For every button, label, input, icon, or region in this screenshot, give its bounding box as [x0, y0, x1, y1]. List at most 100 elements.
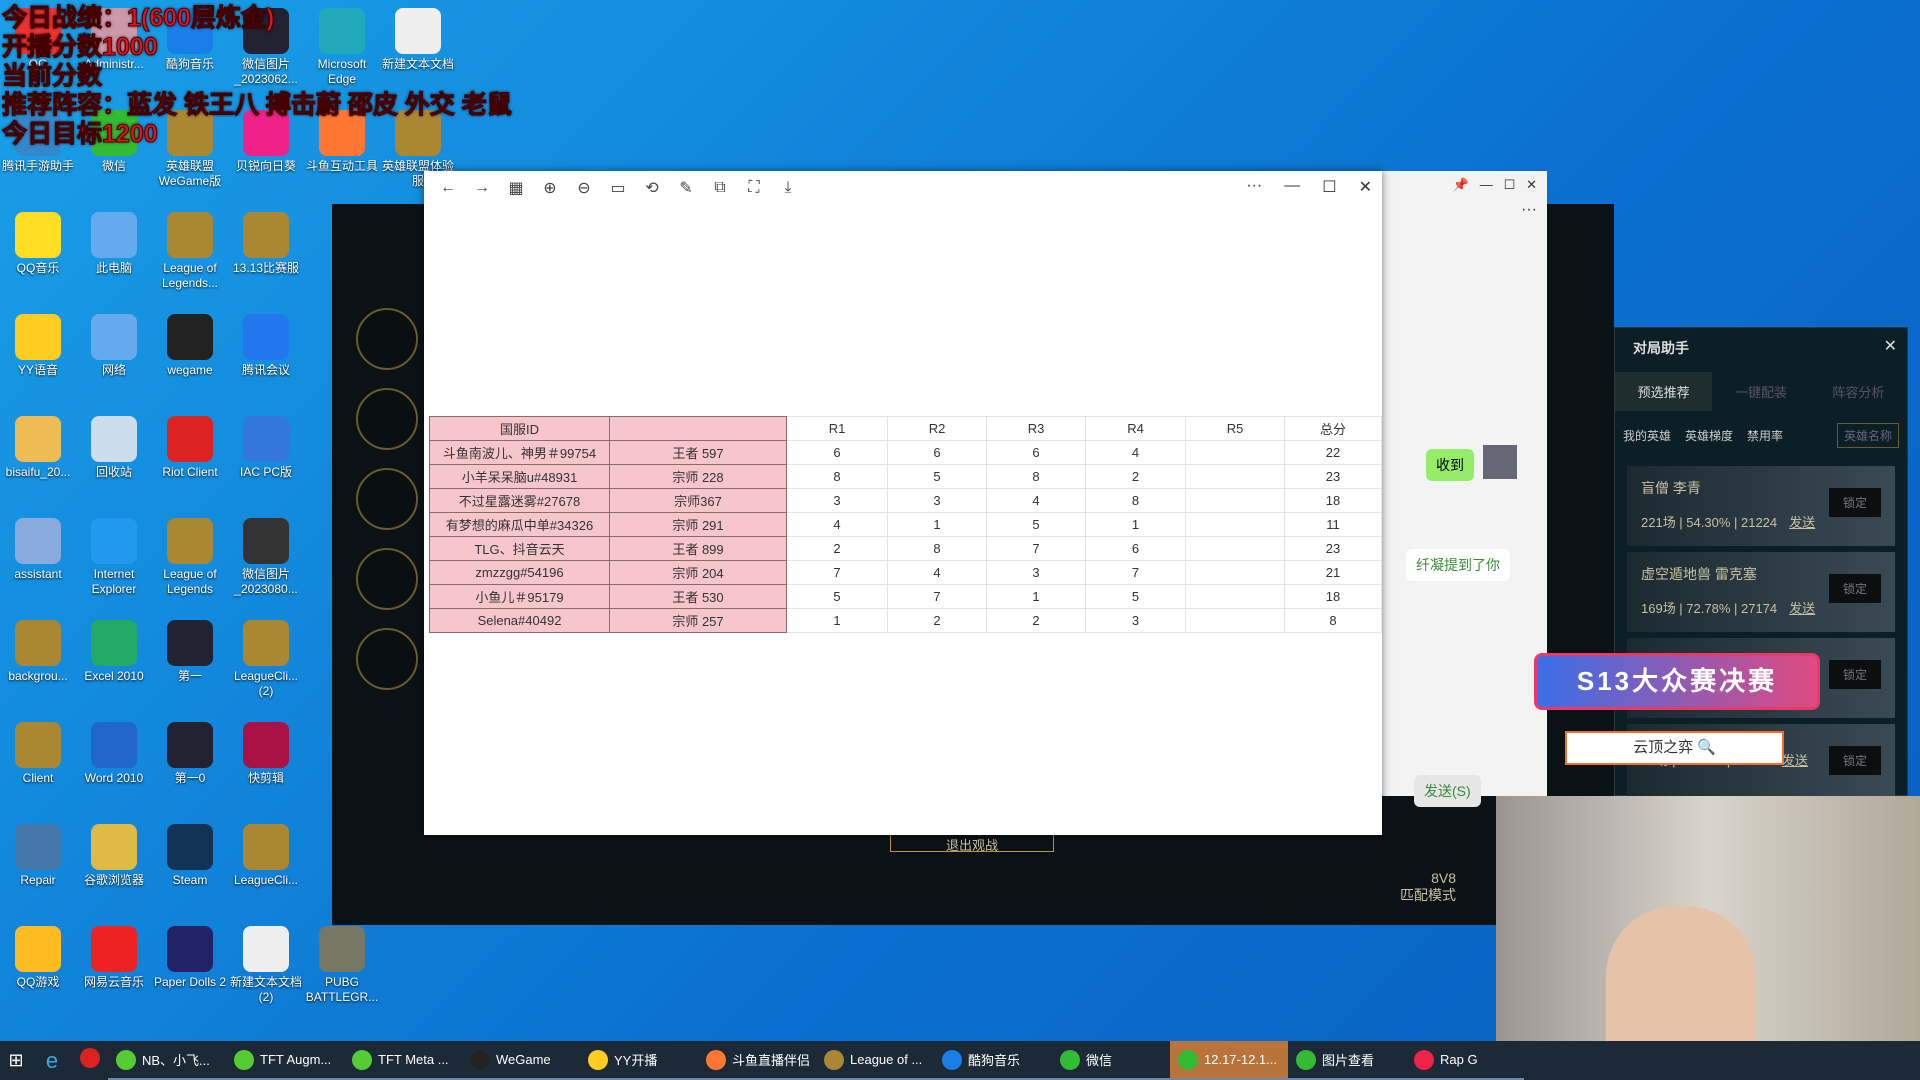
assistant-tab[interactable]: 预选推荐: [1615, 372, 1713, 411]
assistant-subtab[interactable]: 英雄梯度: [1685, 427, 1733, 444]
search-box[interactable]: 云顶之弈 🔍: [1565, 731, 1784, 765]
desktop-icon-label: Word 2010: [84, 771, 144, 785]
desktop-icon[interactable]: PUBG BATTLEGR...: [304, 926, 380, 1005]
search-icon[interactable]: 🔍: [1697, 739, 1716, 756]
app-icon: [942, 1049, 962, 1070]
desktop-icon[interactable]: YY语音: [0, 314, 76, 378]
fullscreen-icon[interactable]: ⛶: [744, 179, 764, 197]
table-cell: 8: [1284, 608, 1382, 633]
app-icon: [15, 518, 61, 564]
assistant-tab[interactable]: 一键配装: [1712, 372, 1809, 411]
desktop-icon[interactable]: 网络: [76, 314, 152, 378]
mention-bubble[interactable]: 纤凝提到了你: [1406, 549, 1510, 581]
desktop-icon[interactable]: League of Legends: [152, 518, 228, 597]
desktop-icon[interactable]: LeagueCli...: [228, 824, 304, 888]
desktop-icon[interactable]: 回收站: [76, 416, 152, 480]
desktop-icon[interactable]: IAC PC版: [228, 416, 304, 480]
app-icon: [167, 518, 213, 564]
desktop-icon[interactable]: 新建文本文档 (2): [228, 926, 304, 1005]
desktop-icon[interactable]: 此电脑: [76, 212, 152, 276]
desktop-icon[interactable]: League of Legends...: [152, 212, 228, 291]
send-link[interactable]: 发送: [1782, 753, 1808, 768]
desktop-icon[interactable]: 微信图片_2023080...: [228, 518, 304, 597]
more-button[interactable]: ···: [1246, 177, 1262, 197]
taskbar-item[interactable]: 斗鱼直播伴侣: [698, 1041, 816, 1080]
desktop-icon[interactable]: Repair: [0, 824, 76, 888]
start-button[interactable]: ⊞: [0, 1050, 32, 1071]
taskbar-item[interactable]: YY开播: [580, 1041, 698, 1080]
desktop-icon[interactable]: Internet Explorer: [76, 518, 152, 597]
taskbar-item[interactable]: TFT Augm...: [226, 1041, 344, 1080]
desktop-icon[interactable]: 谷歌浏览器: [76, 824, 152, 888]
maximize-button[interactable]: ☐: [1322, 177, 1336, 197]
forward-icon[interactable]: →: [472, 179, 492, 197]
desktop-icon[interactable]: backgrou...: [0, 620, 76, 684]
desktop-icon[interactable]: Paper Dolls 2: [152, 926, 228, 990]
hero-card: 盲僧 李青 221场 | 54.30% | 21224 发送 锁定: [1627, 466, 1895, 546]
lock-button[interactable]: 锁定: [1828, 746, 1881, 775]
desktop-icon[interactable]: Riot Client: [152, 416, 228, 480]
desktop-icon[interactable]: assistant: [0, 518, 76, 582]
desktop-icon[interactable]: Steam: [152, 824, 228, 888]
minimize-button[interactable]: —: [1284, 177, 1300, 197]
assistant-subtab[interactable]: 禁用率: [1747, 427, 1783, 444]
table-cell: 8: [786, 464, 888, 489]
desktop-icon-label: League of Legends: [163, 567, 217, 596]
desktop-icon[interactable]: QQ游戏: [0, 926, 76, 990]
desktop-icon[interactable]: QQ音乐: [0, 212, 76, 276]
taskbar-item[interactable]: 12.17-12.1...: [1170, 1041, 1288, 1080]
fit-icon[interactable]: ▭: [608, 178, 628, 198]
desktop-icon-label: backgrou...: [8, 669, 68, 683]
desktop-icon[interactable]: 快剪辑: [228, 722, 304, 786]
desktop-icon[interactable]: 13.13比赛服: [228, 212, 304, 276]
lock-button[interactable]: 锁定: [1828, 488, 1881, 517]
lock-button[interactable]: 锁定: [1828, 574, 1881, 603]
close-button[interactable]: ✕: [1359, 177, 1372, 197]
desktop-icon[interactable]: Client: [0, 722, 76, 786]
chat-window-controls[interactable]: 📌 — ☐ ✕: [1453, 177, 1537, 193]
table-cell: 18: [1284, 488, 1382, 513]
desktop-icon[interactable]: 第一: [152, 620, 228, 684]
zoom-in-icon[interactable]: ⊕: [540, 178, 560, 198]
zoom-out-icon[interactable]: ⊖: [574, 178, 594, 198]
desktop-icon[interactable]: LeagueCli... (2): [228, 620, 304, 699]
close-icon[interactable]: ✕: [1884, 336, 1897, 356]
back-icon[interactable]: ←: [438, 179, 458, 197]
taskbar-item[interactable]: NB、小飞...: [108, 1041, 226, 1080]
desktop-icon[interactable]: Word 2010: [76, 722, 152, 786]
edit-icon[interactable]: ✎: [676, 178, 696, 198]
table-cell: 宗师 257: [609, 608, 787, 633]
send-link[interactable]: 发送: [1789, 601, 1815, 616]
taskbar-item[interactable]: WeGame: [462, 1041, 580, 1080]
download-icon[interactable]: ⤓: [778, 179, 798, 197]
grid-icon[interactable]: ▦: [506, 178, 526, 198]
assistant-subtab[interactable]: 我的英雄: [1623, 427, 1671, 444]
desktop-icon[interactable]: 网易云音乐: [76, 926, 152, 990]
table-cell: 23: [1284, 536, 1382, 561]
desktop-icon[interactable]: 腾讯会议: [228, 314, 304, 378]
lock-button[interactable]: 锁定: [1828, 660, 1881, 689]
send-link[interactable]: 发送: [1789, 515, 1815, 530]
desktop-icon[interactable]: 第一0: [152, 722, 228, 786]
app-icon: [167, 824, 213, 870]
taskbar-item[interactable]: League of ...: [816, 1041, 934, 1080]
riot-icon[interactable]: [72, 1048, 108, 1073]
app-icon: [588, 1049, 608, 1070]
assistant-tab[interactable]: 阵容分析: [1810, 372, 1907, 411]
desktop-icon[interactable]: wegame: [152, 314, 228, 378]
desktop-icon[interactable]: Excel 2010: [76, 620, 152, 684]
table-cell: 不过星露迷雾#27678: [429, 488, 610, 513]
taskbar-item[interactable]: 酷狗音乐: [934, 1041, 1052, 1080]
app-icon: [470, 1049, 490, 1070]
rotate-icon[interactable]: ⟲: [642, 178, 662, 198]
taskbar-item[interactable]: Rap G: [1406, 1041, 1524, 1080]
more-icon[interactable]: ···: [1521, 201, 1537, 219]
send-button[interactable]: 发送(S): [1414, 775, 1481, 807]
taskbar-item[interactable]: 微信: [1052, 1041, 1170, 1080]
taskbar-item[interactable]: 图片查看: [1288, 1041, 1406, 1080]
taskbar-item[interactable]: TFT Meta ...: [344, 1041, 462, 1080]
hero-search-input[interactable]: 英雄名称: [1836, 423, 1899, 448]
ie-icon[interactable]: e: [32, 1048, 72, 1074]
desktop-icon[interactable]: bisaifu_20...: [0, 416, 76, 480]
compare-icon[interactable]: ⧉: [710, 179, 730, 197]
